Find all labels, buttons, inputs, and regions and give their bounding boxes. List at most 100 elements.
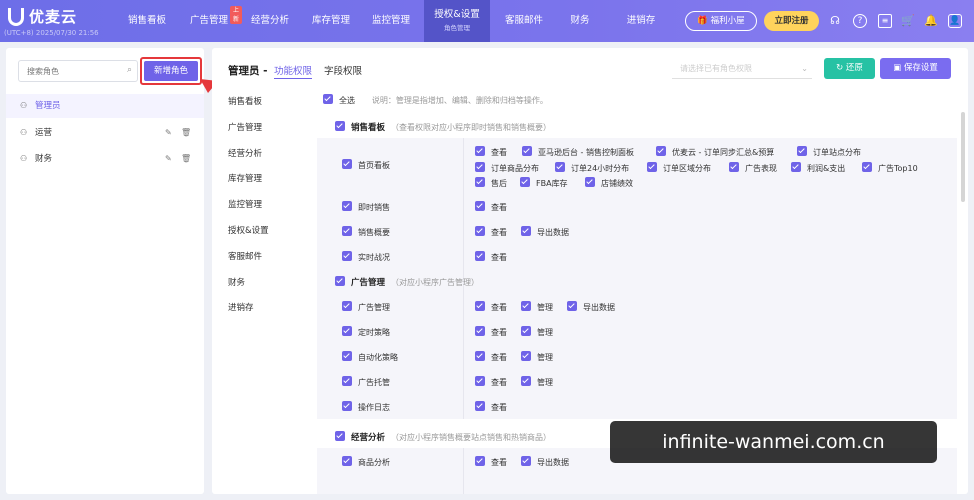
row-checkbox[interactable] [342,351,352,361]
ads-group: 广告管理 查看 管理 导出数据 定时策略 查看 管理 自动化策略 查看 管理 广… [317,293,957,419]
option-checkbox[interactable] [521,226,531,236]
side-nav-auth-settings[interactable]: 授权&设置 [228,224,269,236]
side-nav-inventory[interactable]: 库存管理 [228,172,262,184]
perm-option: 查看 [475,376,507,388]
edit-icon[interactable]: ✎ [165,147,172,171]
section-checkbox[interactable] [335,431,345,441]
option-checkbox[interactable] [475,146,485,156]
nav-customer-email[interactable]: 客服邮件 [495,0,553,42]
row-checkbox[interactable] [342,326,352,336]
role-search-box[interactable]: ⌕ [18,60,138,82]
perm-option: 优麦云 - 订单同步汇总&预算 [656,146,774,158]
option-checkbox[interactable] [647,162,657,172]
register-button[interactable]: 立即注册 [764,11,819,31]
side-nav-ads[interactable]: 广告管理 [228,121,262,133]
search-icon[interactable]: ⌕ [127,65,132,75]
scrollbar[interactable] [961,112,965,202]
nav-sales-board[interactable]: 销售看板 [118,0,176,42]
perm-option: 广告表现 [729,162,777,174]
side-nav-sales-board[interactable]: 销售看板 [228,95,262,107]
option-checkbox[interactable] [791,162,801,172]
nav-auth-settings[interactable]: 授权&设置 角色管理 [424,0,490,42]
option-checkbox[interactable] [567,301,577,311]
option-checkbox[interactable] [475,456,485,466]
bell-icon[interactable]: 🔔 [924,14,938,28]
option-checkbox[interactable] [475,251,485,261]
side-nav-customer-email[interactable]: 客服邮件 [228,250,262,262]
delete-icon[interactable]: 🗑 [181,121,191,145]
tab-field-permissions[interactable]: 字段权限 [324,63,362,77]
row-checkbox[interactable] [342,201,352,211]
option-checkbox[interactable] [475,326,485,336]
option-checkbox[interactable] [522,146,532,156]
row-checkbox[interactable] [342,226,352,236]
watermark: infinite-wanmei.com.cn [610,421,937,463]
user-icon[interactable]: 👤 [948,14,962,28]
nav-purchase-sales-inventory[interactable]: 进销存 [612,0,670,42]
option-checkbox[interactable] [475,162,485,172]
row-checkbox[interactable] [342,401,352,411]
select-all-checkbox[interactable] [323,94,333,104]
nav-inventory[interactable]: 库存管理 [302,0,360,42]
nav-sub-role-management[interactable]: 角色管理 [424,22,490,34]
row-checkbox[interactable] [342,251,352,261]
section-checkbox[interactable] [335,121,345,131]
restore-button[interactable]: ↻ 还原 [824,58,875,79]
option-checkbox[interactable] [475,376,485,386]
perm-row-live-status: 实时战况 [342,251,390,263]
side-nav-psi[interactable]: 进销存 [228,301,254,313]
copy-role-select[interactable]: 请选择已有角色权限 ⌄ [672,59,812,79]
row-checkbox[interactable] [342,456,352,466]
perm-option: 管理 [521,326,553,338]
side-nav-finance[interactable]: 财务 [228,276,245,288]
new-role-button[interactable]: 新增角色 [144,61,198,81]
nav-business-analysis[interactable]: 经营分析 [241,0,299,42]
tab-function-permissions[interactable]: 功能权限 [274,63,313,79]
option-checkbox[interactable] [555,162,565,172]
option-checkbox[interactable] [521,376,531,386]
message-icon[interactable]: ≡ [878,14,892,28]
option-checkbox[interactable] [521,301,531,311]
logo-mark-icon [8,7,24,26]
option-checkbox[interactable] [585,177,595,187]
row-checkbox[interactable] [342,376,352,386]
headset-icon[interactable]: ☊ [828,14,842,28]
delete-icon[interactable]: 🗑 [181,147,191,171]
option-checkbox[interactable] [521,351,531,361]
edit-icon[interactable]: ✎ [165,121,172,145]
option-checkbox[interactable] [797,146,807,156]
role-search-input[interactable] [19,61,115,81]
option-checkbox[interactable] [862,162,872,172]
option-checkbox[interactable] [656,146,666,156]
option-checkbox[interactable] [475,301,485,311]
option-checkbox[interactable] [475,177,485,187]
role-icon: ⚇ [20,101,28,110]
nav-ads[interactable]: 广告管理 上新 [180,0,243,42]
option-checkbox[interactable] [520,177,530,187]
option-checkbox[interactable] [521,326,531,336]
perm-option: 利润&支出 [791,162,845,174]
row-checkbox[interactable] [342,159,352,169]
option-checkbox[interactable] [475,351,485,361]
logo[interactable]: 优麦云 [8,6,77,27]
role-item-operations[interactable]: ⚇ 运营 ✎ 🗑 [6,121,204,145]
help-icon[interactable]: ? [853,14,867,28]
option-checkbox[interactable] [475,401,485,411]
option-checkbox[interactable] [729,162,739,172]
welfare-button[interactable]: 🎁 福利小屋 [685,11,757,31]
section-checkbox[interactable] [335,276,345,286]
role-list-panel: ⌕ 新增角色 ⚇ 管理员 ⚇ 运营 ✎ 🗑 ⚇ 财务 ✎ 🗑 [6,48,204,494]
role-item-finance[interactable]: ⚇ 财务 ✎ 🗑 [6,147,204,171]
role-item-admin[interactable]: ⚇ 管理员 [6,94,204,118]
option-checkbox[interactable] [475,201,485,211]
section-business-analysis: 经营分析 （对应小程序销售概要站点销售和热销商品） [335,431,551,443]
side-nav-business-analysis[interactable]: 经营分析 [228,147,262,159]
option-checkbox[interactable] [475,226,485,236]
save-settings-button[interactable]: ▣ 保存设置 [880,58,951,79]
side-nav-monitoring[interactable]: 监控管理 [228,198,262,210]
nav-monitoring[interactable]: 监控管理 [362,0,420,42]
cart-icon[interactable]: 🛒 [901,14,915,28]
nav-finance[interactable]: 财务 [556,0,604,42]
option-checkbox[interactable] [521,456,531,466]
row-checkbox[interactable] [342,301,352,311]
